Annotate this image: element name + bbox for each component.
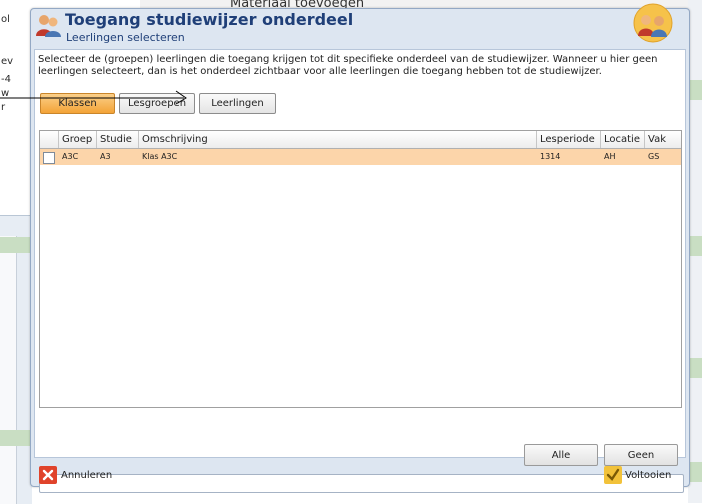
dialog-title: Toegang studiewijzer onderdeel <box>65 10 354 29</box>
cell-vak: GS <box>648 152 660 161</box>
background-text-fragment: ol <box>1 14 10 25</box>
background-right-band <box>688 358 702 378</box>
background-text-fragment: r <box>1 102 6 113</box>
finish-label: Voltooien <box>625 469 672 481</box>
column-header-lesperiode[interactable]: Lesperiode <box>536 131 600 148</box>
background-right-band <box>688 462 702 482</box>
background-left-panel-inner <box>0 236 17 504</box>
cell-omschrijving: Klas A3C <box>142 152 178 161</box>
checkmark-icon <box>604 466 622 484</box>
intro-text: Selecteer de (groepen) leerlingen die to… <box>38 54 658 77</box>
column-header-locatie[interactable]: Locatie <box>600 131 644 148</box>
background-text-fragment: -4 <box>1 74 11 85</box>
cancel-label: Annuleren <box>61 469 113 481</box>
background-right-band <box>688 80 702 100</box>
column-header-studie[interactable]: Studie <box>96 131 138 148</box>
tab-lesgroepen[interactable]: Lesgroepen <box>119 93 195 114</box>
cell-lesperiode: 1314 <box>540 152 561 161</box>
selection-table: Groep Studie Omschrijving Lesperiode Loc… <box>39 130 682 408</box>
cell-groep: A3C <box>62 152 79 161</box>
background-left-band <box>0 237 32 253</box>
users-icon <box>36 15 61 37</box>
status-field <box>39 474 684 493</box>
background-left-panel <box>0 215 32 504</box>
access-dialog: Toegang studiewijzer onderdeel Leerlinge… <box>30 3 690 493</box>
column-header-omschrijving[interactable]: Omschrijving <box>138 131 536 148</box>
select-all-button[interactable]: Alle <box>524 444 598 466</box>
dialog-subtitle: Leerlingen selecteren <box>66 31 185 44</box>
background-right-band <box>688 236 702 256</box>
table-row[interactable]: A3C A3 Klas A3C 1314 AH GS <box>40 149 681 165</box>
column-header-groep[interactable]: Groep <box>58 131 96 148</box>
finish-button[interactable]: Voltooien <box>604 465 671 485</box>
column-header-vak[interactable]: Vak <box>644 131 681 148</box>
select-none-button[interactable]: Geen <box>604 444 678 466</box>
cancel-button[interactable]: Annuleren <box>39 465 112 485</box>
row-checkbox[interactable] <box>43 152 55 164</box>
background-text-fragment: ev <box>1 56 14 67</box>
background-left-band <box>0 430 32 446</box>
close-icon <box>39 466 57 484</box>
dialog-content: Selecteer de (groepen) leerlingen die to… <box>34 49 686 493</box>
cell-locatie: AH <box>604 152 616 161</box>
user-group-icon <box>633 3 673 43</box>
tab-leerlingen[interactable]: Leerlingen <box>199 93 276 114</box>
cell-studie: A3 <box>100 152 111 161</box>
background-text-fragment: w <box>1 88 10 99</box>
tab-klassen[interactable]: Klassen <box>40 93 115 114</box>
select-column-header <box>40 131 58 148</box>
table-header: Groep Studie Omschrijving Lesperiode Loc… <box>40 131 681 149</box>
